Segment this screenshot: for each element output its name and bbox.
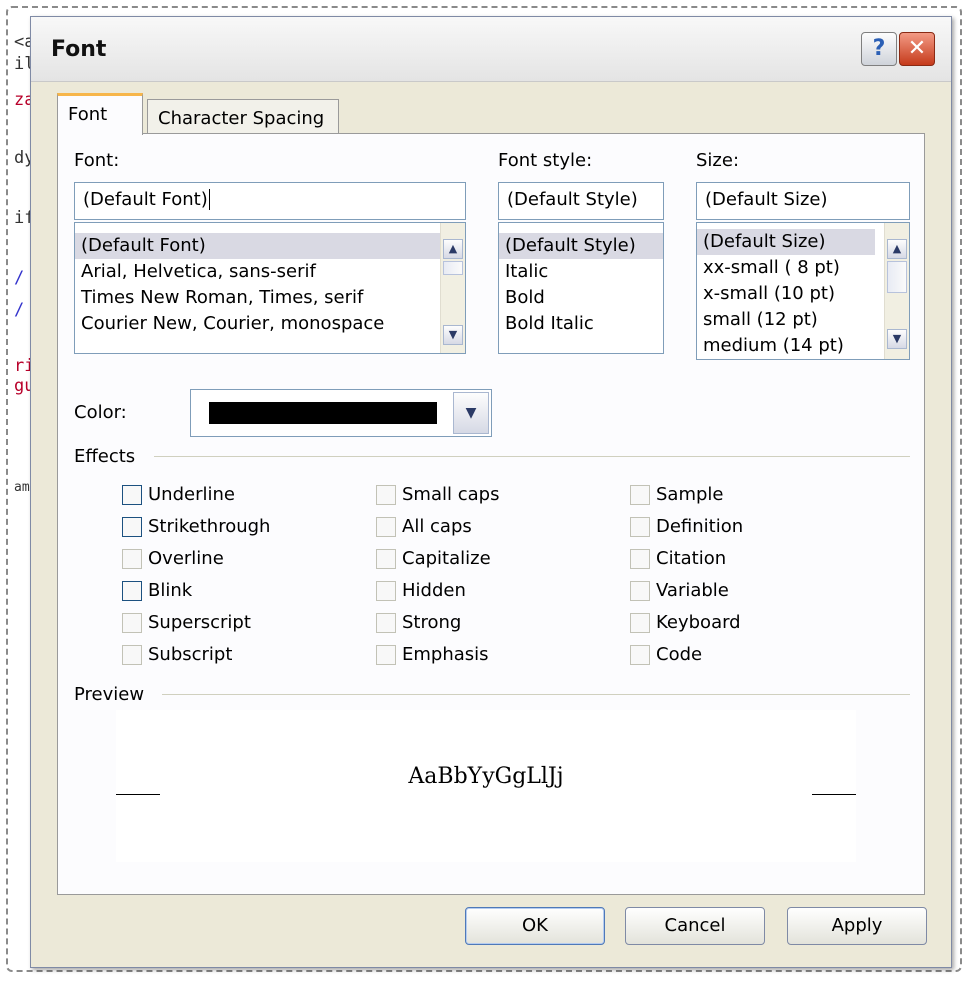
- scroll-down-icon[interactable]: ▼: [443, 325, 463, 345]
- font-style-input[interactable]: (Default Style): [498, 182, 664, 220]
- tab-font[interactable]: Font: [57, 93, 143, 135]
- preview-sample-text: AaBbYyGgLlJj: [408, 764, 564, 789]
- checkbox-label: Strikethrough: [148, 516, 271, 537]
- list-item[interactable]: xx-small ( 8 pt): [697, 255, 909, 281]
- list-item[interactable]: Italic: [499, 259, 663, 285]
- font-name-value: (Default Font): [83, 189, 208, 210]
- apply-button[interactable]: Apply: [787, 907, 927, 945]
- list-item[interactable]: Bold: [499, 285, 663, 311]
- checkbox-box[interactable]: [376, 549, 396, 569]
- checkbox-label: Subscript: [148, 644, 233, 665]
- list-item[interactable]: Bold Italic: [499, 311, 663, 337]
- scroll-thumb[interactable]: [887, 261, 907, 293]
- scroll-up-icon[interactable]: ▲: [443, 239, 463, 259]
- preview-divider: [162, 694, 910, 695]
- checkbox-box[interactable]: [376, 613, 396, 633]
- checkbox-label: Code: [656, 644, 703, 665]
- checkbox-label: Blink: [148, 580, 193, 601]
- font-style-label: Font style:: [498, 150, 593, 171]
- color-label: Color:: [74, 402, 127, 423]
- effects-label: Effects: [74, 446, 136, 467]
- color-swatch: [209, 402, 437, 424]
- checkbox-box[interactable]: [376, 645, 396, 665]
- code-fragment: /: [14, 268, 25, 288]
- checkbox-box[interactable]: [630, 645, 650, 665]
- list-item[interactable]: (Default Size): [697, 229, 875, 255]
- checkbox-box[interactable]: [630, 485, 650, 505]
- code-fragment: /: [14, 300, 25, 320]
- checkbox-box[interactable]: [122, 613, 142, 633]
- checkbox-label: Capitalize: [402, 548, 491, 569]
- scroll-thumb[interactable]: [443, 261, 463, 275]
- list-item[interactable]: Arial, Helvetica, sans-serif: [75, 259, 465, 285]
- scroll-up-icon[interactable]: ▲: [887, 239, 907, 259]
- close-icon: ✕: [907, 36, 927, 61]
- checkbox-label: Citation: [656, 548, 727, 569]
- checkbox-label: Emphasis: [402, 644, 489, 665]
- list-item[interactable]: (Default Style): [499, 233, 663, 259]
- size-list[interactable]: (Default Size) xx-small ( 8 pt) x-small …: [696, 222, 910, 360]
- effects-divider: [154, 456, 910, 457]
- preview-right-line: [812, 794, 856, 795]
- preview-label: Preview: [74, 684, 145, 705]
- color-select[interactable]: ▼: [190, 389, 492, 437]
- checkbox-box[interactable]: [376, 581, 396, 601]
- list-item[interactable]: medium (14 pt): [697, 333, 909, 359]
- checkbox-label: Underline: [148, 484, 235, 505]
- size-label: Size:: [696, 150, 740, 171]
- checkbox-label: Variable: [656, 580, 729, 601]
- size-input[interactable]: (Default Size): [696, 182, 910, 220]
- help-icon: ?: [872, 36, 886, 61]
- font-list-scrollbar[interactable]: ▲ ▼: [440, 223, 465, 353]
- checkbox-label: Hidden: [402, 580, 466, 601]
- font-style-list[interactable]: (Default Style) Italic Bold Bold Italic: [498, 222, 664, 354]
- checkbox-box[interactable]: [122, 645, 142, 665]
- title-bar[interactable]: Font ? ✕: [31, 17, 951, 82]
- list-item[interactable]: Courier New, Courier, monospace: [75, 311, 465, 337]
- close-button[interactable]: ✕: [899, 32, 935, 66]
- checkbox-label: Definition: [656, 516, 744, 537]
- checkbox-label: Small caps: [402, 484, 500, 505]
- font-dialog: Font ? ✕ Font Character Spacing Font: (D…: [30, 16, 952, 968]
- checkbox-box[interactable]: [630, 517, 650, 537]
- checkbox-label: Keyboard: [656, 612, 741, 633]
- checkbox-box[interactable]: [122, 581, 142, 601]
- preview-left-line: [116, 794, 160, 795]
- tab-character-spacing[interactable]: Character Spacing: [147, 99, 339, 135]
- scroll-down-icon[interactable]: ▼: [887, 329, 907, 349]
- ok-button[interactable]: OK: [465, 907, 605, 945]
- checkbox-box[interactable]: [376, 517, 396, 537]
- code-fragment: am: [14, 480, 30, 495]
- list-item[interactable]: x-small (10 pt): [697, 281, 909, 307]
- preview-area: AaBbYyGgLlJj: [116, 710, 856, 862]
- list-item[interactable]: Times New Roman, Times, serif: [75, 285, 465, 311]
- checkbox-label: Sample: [656, 484, 724, 505]
- font-label: Font:: [74, 150, 120, 171]
- checkbox-box[interactable]: [630, 613, 650, 633]
- checkbox-label: Strong: [402, 612, 462, 633]
- checkbox-box[interactable]: [122, 485, 142, 505]
- checkbox-box[interactable]: [376, 485, 396, 505]
- font-tab-panel: Font: (Default Font) (Default Font) Aria…: [57, 133, 925, 895]
- checkbox-label: All caps: [402, 516, 472, 537]
- cancel-button[interactable]: Cancel: [625, 907, 765, 945]
- chevron-down-icon[interactable]: ▼: [453, 392, 489, 434]
- checkbox-label: Overline: [148, 548, 224, 569]
- dialog-title: Font: [51, 37, 107, 62]
- checkbox-box[interactable]: [630, 549, 650, 569]
- checkbox-label: Superscript: [148, 612, 251, 633]
- list-item[interactable]: small (12 pt): [697, 307, 909, 333]
- checkbox-box[interactable]: [122, 517, 142, 537]
- list-item[interactable]: (Default Font): [75, 233, 441, 259]
- size-list-scrollbar[interactable]: ▲ ▼: [884, 223, 909, 359]
- checkbox-box[interactable]: [122, 549, 142, 569]
- text-caret: [208, 189, 216, 210]
- font-name-list[interactable]: (Default Font) Arial, Helvetica, sans-se…: [74, 222, 466, 354]
- font-name-input[interactable]: (Default Font): [74, 182, 466, 220]
- help-button[interactable]: ?: [861, 32, 897, 66]
- checkbox-box[interactable]: [630, 581, 650, 601]
